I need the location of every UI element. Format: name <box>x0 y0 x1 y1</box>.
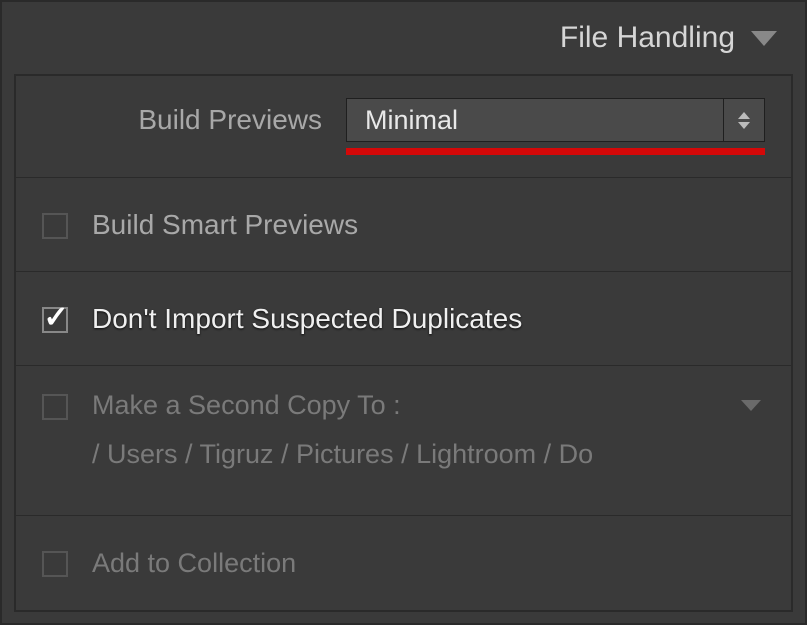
panel-body: Build Previews Minimal Build Smart Previ… <box>14 74 793 612</box>
panel-header[interactable]: File Handling <box>2 2 805 74</box>
second-copy-path: / Users / Tigruz / Pictures / Lightroom … <box>42 439 765 470</box>
collapse-icon <box>751 31 777 46</box>
build-previews-dropdown[interactable]: Minimal <box>346 98 765 142</box>
build-smart-previews-row: Build Smart Previews <box>16 178 791 272</box>
panel-title: File Handling <box>560 21 735 55</box>
build-previews-row: Build Previews Minimal <box>16 76 791 178</box>
highlight-underline <box>346 148 765 155</box>
build-smart-previews-label: Build Smart Previews <box>92 209 358 241</box>
second-copy-row: Make a Second Copy To : / Users / Tigruz… <box>16 366 791 516</box>
no-duplicates-checkbox[interactable]: ✓ <box>42 307 68 333</box>
second-copy-checkbox[interactable] <box>42 394 68 420</box>
chevron-down-icon[interactable] <box>741 400 761 411</box>
build-previews-dropdown-wrap: Minimal <box>346 98 765 155</box>
second-copy-label: Make a Second Copy To : <box>92 390 401 421</box>
build-previews-value: Minimal <box>347 99 724 141</box>
no-duplicates-label: Don't Import Suspected Duplicates <box>92 303 522 335</box>
build-previews-label: Build Previews <box>42 98 322 136</box>
add-to-collection-label: Add to Collection <box>92 548 296 579</box>
no-duplicates-row: ✓ Don't Import Suspected Duplicates <box>16 272 791 366</box>
dropdown-stepper-icon <box>724 99 764 141</box>
add-to-collection-row: Add to Collection <box>16 516 791 610</box>
add-to-collection-checkbox[interactable] <box>42 551 68 577</box>
build-smart-previews-checkbox[interactable] <box>42 213 68 239</box>
checkmark-icon: ✓ <box>43 310 68 325</box>
file-handling-panel: File Handling Build Previews Minimal Bui… <box>0 0 807 625</box>
